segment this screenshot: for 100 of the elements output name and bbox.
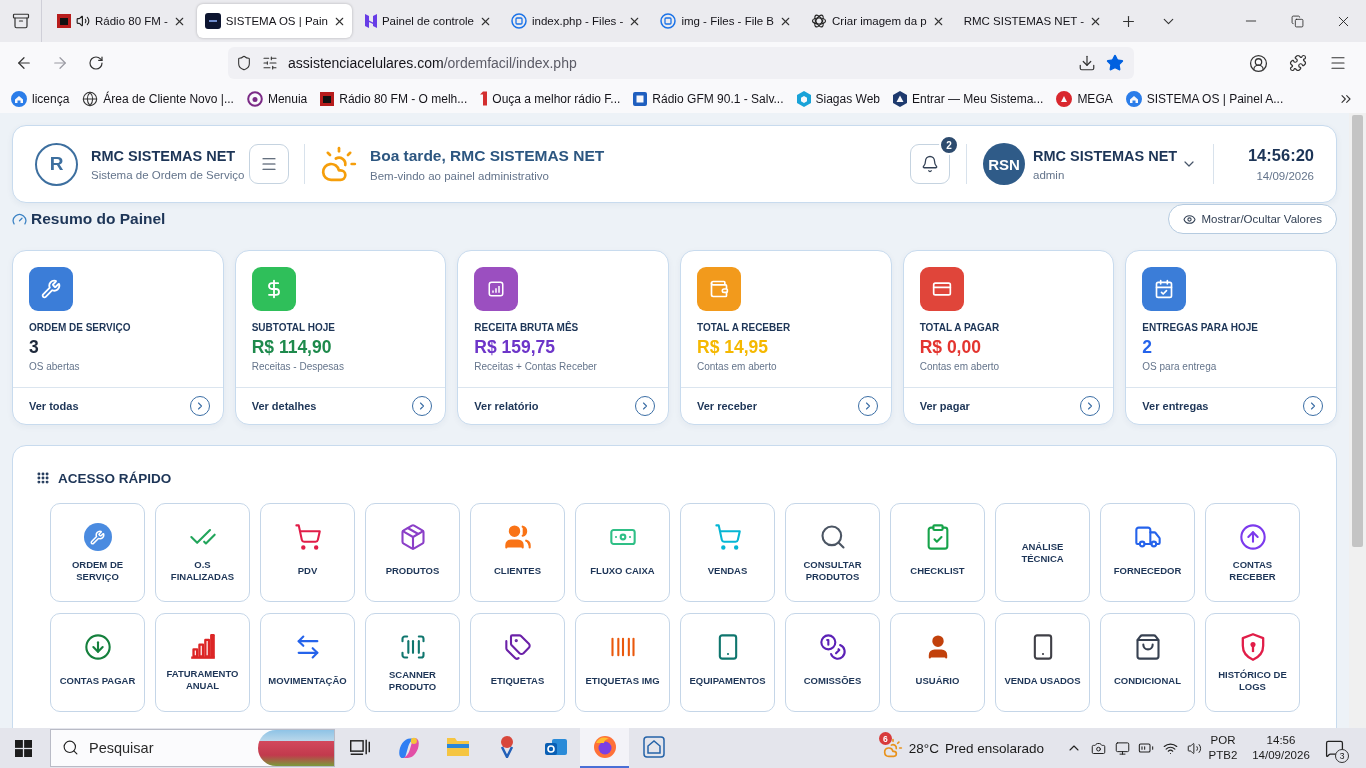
address-field[interactable]: assistenciacelulares.com/ordemfacil/index.php <box>228 47 1134 79</box>
shortcut-tile[interactable]: CONSULTAR PRODUTOS <box>785 503 880 602</box>
forecast-text: Pred ensolarado <box>944 740 1044 756</box>
card-link[interactable]: Ver detalhes <box>251 400 317 412</box>
tab-list-icon[interactable] <box>11 12 30 30</box>
bookmark-link[interactable]: licença <box>11 90 70 107</box>
shortcut-tile[interactable]: CONTAS PAGAR <box>50 613 145 712</box>
shortcut-tile[interactable]: USUÁRIO <box>890 613 985 712</box>
bookmark-link[interactable]: Siagas Web <box>796 90 880 107</box>
display-icon[interactable] <box>1114 740 1130 756</box>
shortcut-tile[interactable]: FORNECEDOR <box>1100 503 1195 602</box>
browser-tab[interactable]: Painel de controle <box>356 4 498 38</box>
browser-tab[interactable]: Criar imagem da p <box>803 4 951 38</box>
browser-tab[interactable]: RMC SISTEMAS NET - <box>955 4 1109 38</box>
task-view-icon[interactable] <box>349 738 370 756</box>
shortcut-tile[interactable]: CLIENTES <box>470 503 565 602</box>
shortcut-tile[interactable]: VENDA USADOS <box>995 613 1090 712</box>
bookmark-link[interactable]: SISTEMA OS | Painel A... <box>1125 90 1284 107</box>
shield-icon[interactable] <box>236 55 252 71</box>
notification-badge: 2 <box>939 135 959 155</box>
toggle-values-button[interactable]: Mostrar/Ocultar Valores <box>1168 204 1337 234</box>
shortcut-tile[interactable]: ETIQUETAS <box>470 613 565 712</box>
weather-icon[interactable] <box>882 738 903 758</box>
shortcut-tile[interactable]: FATURAMENTO ANUAL <box>155 613 250 712</box>
puzzle-icon[interactable] <box>1289 54 1307 72</box>
scrollbar-thumb[interactable] <box>1352 115 1363 547</box>
star-icon[interactable] <box>1106 54 1124 72</box>
card-link[interactable]: Ver todas <box>29 400 79 412</box>
shortcut-tile[interactable]: CHECKLIST <box>890 503 985 602</box>
brand-tagline: Sistema de Ordem de Serviço <box>91 168 246 181</box>
shortcut-tile[interactable]: VENDAS <box>680 503 775 602</box>
swirl-icon[interactable] <box>397 736 420 758</box>
start-icon[interactable] <box>14 739 32 757</box>
card-link[interactable]: Ver relatório <box>474 400 539 412</box>
hexagon-icon <box>796 90 811 107</box>
search-icon <box>62 739 79 756</box>
house-icon[interactable] <box>642 736 665 758</box>
card-link[interactable]: Ver pagar <box>919 400 970 412</box>
wifi-icon[interactable] <box>1162 740 1178 756</box>
shortcut-tile[interactable]: PRODUTOS <box>365 503 460 602</box>
globe-icon <box>82 90 99 107</box>
radio-logo-icon <box>57 14 71 28</box>
card-value: 2 <box>1142 337 1153 357</box>
bookmark-link[interactable]: MEGA <box>1056 90 1113 107</box>
account-icon[interactable] <box>1248 53 1268 73</box>
shortcut-tile[interactable]: PDV <box>260 503 355 602</box>
card-note: OS para entrega <box>1142 361 1217 373</box>
menu-button[interactable] <box>249 144 289 184</box>
card-note: Contas em aberto <box>697 361 777 373</box>
shortcut-tile[interactable]: CONTAS RECEBER <box>1205 503 1300 602</box>
card-note: Receitas - Despesas <box>251 361 344 373</box>
bookmark-link[interactable]: Área de Cliente Novo |... <box>82 90 234 107</box>
logo-icon <box>364 14 377 28</box>
browser-tab[interactable]: Rádio 80 FM - <box>49 4 192 38</box>
logo-badge: R <box>35 142 78 186</box>
shortcut-tile[interactable]: FLUXO CAIXA <box>575 503 670 602</box>
shortcut-tile[interactable]: ORDEM DE SERVIÇO <box>50 503 145 602</box>
reload-icon[interactable] <box>88 55 104 71</box>
bookmark-link[interactable]: Entrar — Meu Sistema... <box>893 90 1044 107</box>
language-indicator[interactable]: POR PTB2 <box>1206 733 1240 763</box>
browser-icon[interactable] <box>592 735 617 759</box>
bookmark-link[interactable]: Ouça a melhor rádio F... <box>480 91 621 106</box>
bookmark-link[interactable]: Rádio 80 FM - O melh... <box>320 91 468 106</box>
sliders-icon[interactable] <box>262 55 278 71</box>
browser-tab[interactable]: index.php - Files - <box>503 4 648 38</box>
download-icon[interactable] <box>1078 54 1096 72</box>
triangle-logo-icon <box>893 90 907 107</box>
taskbar-clock[interactable]: 14:56 14/09/2026 <box>1248 733 1314 763</box>
home-icon <box>1125 90 1142 107</box>
card-link[interactable]: Ver receber <box>697 400 757 412</box>
card-label: ORDEM DE SERVIÇO <box>29 322 131 334</box>
shortcut-tile[interactable]: EQUIPAMENTOS <box>680 613 775 712</box>
shortcut-tile[interactable]: SCANNER PRODUTO <box>365 613 460 712</box>
battery-icon[interactable] <box>1138 740 1154 756</box>
shortcut-tile[interactable]: O.S FINALIZADAS <box>155 503 250 602</box>
bar-logo-icon <box>480 91 488 106</box>
volume-icon[interactable] <box>1186 740 1202 756</box>
browser-tab[interactable]: SISTEMA OS | Pain <box>196 4 352 38</box>
eye-icon <box>1183 212 1197 226</box>
back-icon[interactable] <box>15 54 33 72</box>
card-link[interactable]: Ver entregas <box>1142 400 1209 412</box>
bookmark-link[interactable]: Rádio GFM 90.1 - Salv... <box>633 91 784 106</box>
shortcut-tile[interactable]: ETIQUETAS IMG <box>575 613 670 712</box>
bookmark-link[interactable]: Menuia <box>246 90 308 107</box>
shortcut-tile[interactable]: CONDICIONAL <box>1100 613 1195 712</box>
shortcut-tile[interactable]: ANÁLISE TÉCNICA <box>995 503 1090 602</box>
camera-icon[interactable] <box>1090 740 1106 756</box>
mail-icon[interactable] <box>544 739 567 755</box>
menu-icon[interactable] <box>1329 54 1347 72</box>
speaker-icon[interactable] <box>76 14 90 28</box>
shortcut-tile[interactable]: COMISSÕES <box>785 613 880 712</box>
restore-icon[interactable] <box>1290 14 1304 28</box>
scrollbar[interactable] <box>1349 113 1366 728</box>
folder-icon[interactable] <box>446 738 469 756</box>
shortcut-tile[interactable]: HISTÓRICO DE LOGS <box>1205 613 1300 712</box>
browser-tab[interactable]: img - Files - File B <box>652 4 799 38</box>
notification-icon[interactable] <box>1324 738 1344 758</box>
figure-icon[interactable] <box>498 736 515 758</box>
shortcut-tile[interactable]: MOVIMENTAÇÃO <box>260 613 355 712</box>
gauge-icon <box>12 211 27 227</box>
